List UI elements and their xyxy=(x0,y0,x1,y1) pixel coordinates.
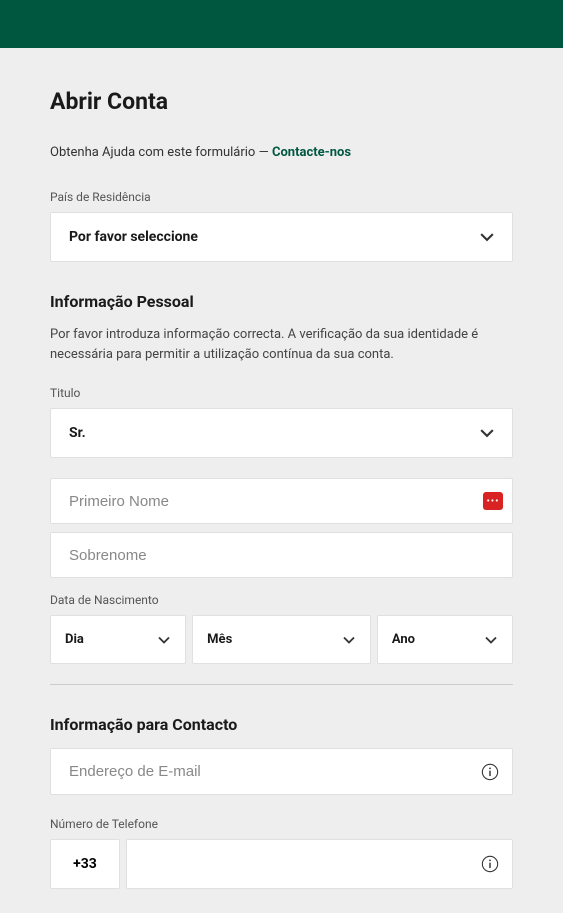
phone-label: Número de Telefone xyxy=(50,817,513,831)
section-divider xyxy=(50,684,513,685)
chevron-down-icon xyxy=(480,426,494,440)
email-wrapper xyxy=(50,748,513,795)
dob-year-select[interactable]: Ano xyxy=(377,615,513,664)
residence-value: Por favor seleccione xyxy=(69,229,198,245)
chevron-down-icon xyxy=(484,633,498,647)
help-text: Obtenha Ajuda com este formulário — Cont… xyxy=(50,145,513,160)
title-field-label: Titulo xyxy=(50,386,513,400)
dob-month-select[interactable]: Mês xyxy=(192,615,371,664)
phone-input[interactable] xyxy=(126,839,513,889)
phone-input-wrapper xyxy=(126,839,513,889)
title-value: Sr. xyxy=(69,425,86,441)
dob-year-value: Ano xyxy=(392,632,415,647)
chevron-down-icon xyxy=(342,633,356,647)
dob-day-select[interactable]: Dia xyxy=(50,615,186,664)
phone-prefix[interactable]: +33 xyxy=(50,839,120,889)
personal-info-desc: Por favor introduza informação correcta.… xyxy=(50,325,513,364)
last-name-input[interactable] xyxy=(50,532,513,578)
info-icon[interactable] xyxy=(481,855,499,873)
dob-row: Dia Mês Ano xyxy=(50,615,513,664)
main-content: Abrir Conta Obtenha Ajuda com este formu… xyxy=(0,48,563,889)
dob-label: Data de Nascimento xyxy=(50,593,513,607)
email-input[interactable] xyxy=(50,748,513,795)
help-prefix: Obtenha Ajuda com este formulário — xyxy=(50,145,272,160)
phone-row: +33 xyxy=(50,839,513,889)
contact-info-title: Informação para Contacto xyxy=(50,715,513,734)
title-select[interactable]: Sr. xyxy=(50,408,513,458)
chevron-down-icon xyxy=(157,633,171,647)
residence-select[interactable]: Por favor seleccione xyxy=(50,212,513,262)
first-name-wrapper: ••• xyxy=(50,478,513,524)
password-manager-icon[interactable]: ••• xyxy=(483,492,503,510)
page-title: Abrir Conta xyxy=(50,88,513,115)
first-name-input[interactable] xyxy=(50,478,513,524)
info-icon[interactable] xyxy=(481,763,499,781)
chevron-down-icon xyxy=(480,230,494,244)
contact-us-link[interactable]: Contacte-nos xyxy=(272,145,351,160)
personal-info-title: Informação Pessoal xyxy=(50,292,513,311)
last-name-wrapper xyxy=(50,532,513,578)
dob-month-value: Mês xyxy=(207,632,232,647)
header-bar xyxy=(0,0,563,48)
residence-label: País de Residência xyxy=(50,190,513,204)
dob-day-value: Dia xyxy=(65,632,84,647)
